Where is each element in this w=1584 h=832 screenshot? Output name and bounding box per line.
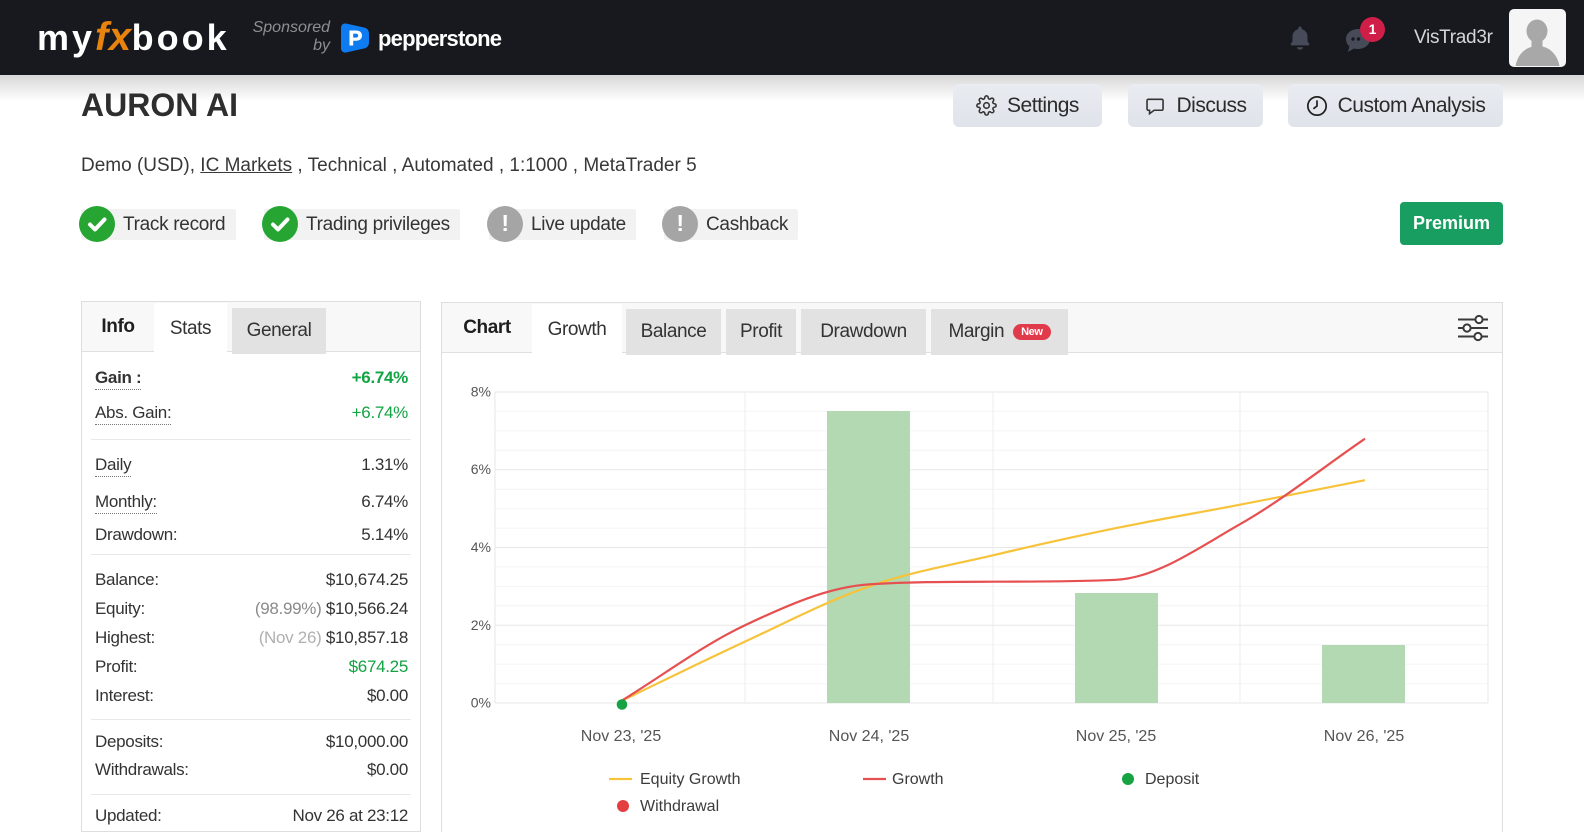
- svg-text:Nov 25, '25: Nov 25, '25: [1076, 728, 1157, 745]
- svg-text:0%: 0%: [471, 695, 491, 711]
- svg-text:Withdrawal: Withdrawal: [640, 798, 719, 815]
- svg-text:8%: 8%: [471, 384, 491, 400]
- svg-text:Growth: Growth: [892, 771, 944, 788]
- svg-text:4%: 4%: [471, 539, 491, 555]
- svg-text:Equity Growth: Equity Growth: [640, 771, 740, 788]
- svg-text:Nov 23, '25: Nov 23, '25: [581, 728, 662, 745]
- svg-text:Nov 26, '25: Nov 26, '25: [1324, 728, 1405, 745]
- svg-text:2%: 2%: [471, 617, 491, 633]
- svg-text:Nov 24, '25: Nov 24, '25: [829, 728, 910, 745]
- svg-text:6%: 6%: [471, 461, 491, 477]
- svg-text:Deposit: Deposit: [1145, 771, 1200, 788]
